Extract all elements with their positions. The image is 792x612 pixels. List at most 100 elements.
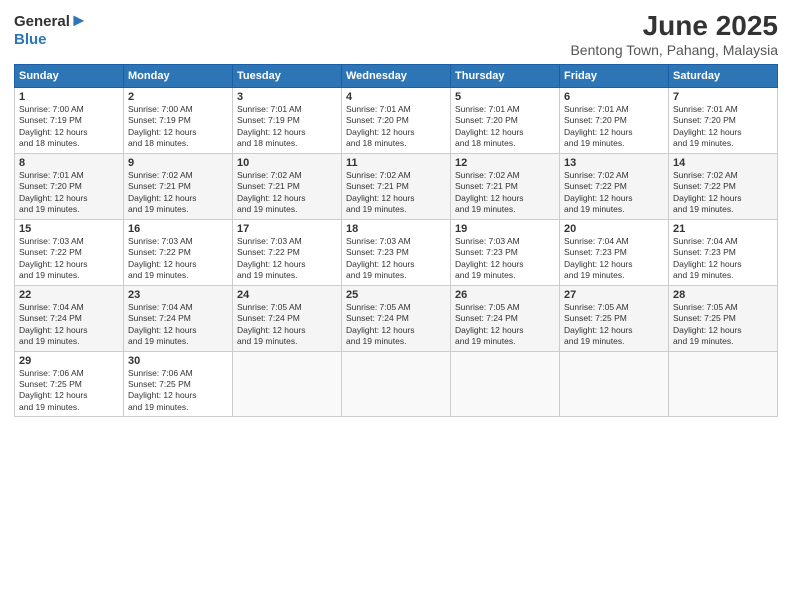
calendar-cell: 7Sunrise: 7:01 AMSunset: 7:20 PMDaylight… (669, 88, 778, 154)
day-info: Sunrise: 7:02 AMSunset: 7:22 PMDaylight:… (564, 170, 664, 216)
day-info: Sunrise: 7:02 AMSunset: 7:21 PMDaylight:… (455, 170, 555, 216)
day-number: 24 (237, 289, 337, 301)
calendar-cell: 6Sunrise: 7:01 AMSunset: 7:20 PMDaylight… (560, 88, 669, 154)
calendar-table: SundayMondayTuesdayWednesdayThursdayFrid… (14, 64, 778, 417)
day-of-week-header: Sunday (15, 65, 124, 88)
calendar-cell (669, 351, 778, 417)
day-info: Sunrise: 7:03 AMSunset: 7:22 PMDaylight:… (128, 236, 228, 282)
calendar-cell: 1Sunrise: 7:00 AMSunset: 7:19 PMDaylight… (15, 88, 124, 154)
day-number: 20 (564, 223, 664, 235)
calendar-cell: 21Sunrise: 7:04 AMSunset: 7:23 PMDayligh… (669, 219, 778, 285)
day-info: Sunrise: 7:04 AMSunset: 7:23 PMDaylight:… (673, 236, 773, 282)
day-number: 19 (455, 223, 555, 235)
calendar-cell (342, 351, 451, 417)
day-info: Sunrise: 7:04 AMSunset: 7:24 PMDaylight:… (128, 302, 228, 348)
day-number: 25 (346, 289, 446, 301)
day-number: 30 (128, 355, 228, 367)
title-block: June 2025 Bentong Town, Pahang, Malaysia (570, 10, 778, 58)
day-info: Sunrise: 7:01 AMSunset: 7:20 PMDaylight:… (19, 170, 119, 216)
day-number: 26 (455, 289, 555, 301)
calendar-cell: 30Sunrise: 7:06 AMSunset: 7:25 PMDayligh… (124, 351, 233, 417)
day-number: 28 (673, 289, 773, 301)
day-of-week-header: Friday (560, 65, 669, 88)
logo-bird-icon: ► (70, 10, 88, 30)
day-info: Sunrise: 7:01 AMSunset: 7:19 PMDaylight:… (237, 104, 337, 150)
day-number: 9 (128, 157, 228, 169)
calendar-cell: 12Sunrise: 7:02 AMSunset: 7:21 PMDayligh… (451, 153, 560, 219)
calendar-cell: 24Sunrise: 7:05 AMSunset: 7:24 PMDayligh… (233, 285, 342, 351)
day-info: Sunrise: 7:01 AMSunset: 7:20 PMDaylight:… (564, 104, 664, 150)
day-info: Sunrise: 7:02 AMSunset: 7:22 PMDaylight:… (673, 170, 773, 216)
day-number: 17 (237, 223, 337, 235)
calendar-cell: 27Sunrise: 7:05 AMSunset: 7:25 PMDayligh… (560, 285, 669, 351)
header: General► Blue June 2025 Bentong Town, Pa… (14, 10, 778, 58)
day-number: 14 (673, 157, 773, 169)
page: General► Blue June 2025 Bentong Town, Pa… (0, 0, 792, 612)
day-number: 4 (346, 91, 446, 103)
day-number: 16 (128, 223, 228, 235)
day-info: Sunrise: 7:03 AMSunset: 7:23 PMDaylight:… (346, 236, 446, 282)
day-info: Sunrise: 7:02 AMSunset: 7:21 PMDaylight:… (237, 170, 337, 216)
day-info: Sunrise: 7:05 AMSunset: 7:25 PMDaylight:… (673, 302, 773, 348)
day-number: 5 (455, 91, 555, 103)
day-of-week-header: Wednesday (342, 65, 451, 88)
day-number: 22 (19, 289, 119, 301)
day-info: Sunrise: 7:03 AMSunset: 7:22 PMDaylight:… (237, 236, 337, 282)
calendar-cell: 9Sunrise: 7:02 AMSunset: 7:21 PMDaylight… (124, 153, 233, 219)
day-number: 12 (455, 157, 555, 169)
calendar-cell: 28Sunrise: 7:05 AMSunset: 7:25 PMDayligh… (669, 285, 778, 351)
day-of-week-header: Monday (124, 65, 233, 88)
calendar-cell: 13Sunrise: 7:02 AMSunset: 7:22 PMDayligh… (560, 153, 669, 219)
day-number: 11 (346, 157, 446, 169)
day-info: Sunrise: 7:05 AMSunset: 7:24 PMDaylight:… (237, 302, 337, 348)
calendar-cell: 17Sunrise: 7:03 AMSunset: 7:22 PMDayligh… (233, 219, 342, 285)
calendar-cell: 4Sunrise: 7:01 AMSunset: 7:20 PMDaylight… (342, 88, 451, 154)
day-number: 29 (19, 355, 119, 367)
calendar-cell (233, 351, 342, 417)
calendar-cell (560, 351, 669, 417)
day-info: Sunrise: 7:05 AMSunset: 7:25 PMDaylight:… (564, 302, 664, 348)
calendar-cell: 26Sunrise: 7:05 AMSunset: 7:24 PMDayligh… (451, 285, 560, 351)
calendar-cell: 10Sunrise: 7:02 AMSunset: 7:21 PMDayligh… (233, 153, 342, 219)
day-number: 27 (564, 289, 664, 301)
day-info: Sunrise: 7:06 AMSunset: 7:25 PMDaylight:… (128, 368, 228, 414)
calendar-cell: 18Sunrise: 7:03 AMSunset: 7:23 PMDayligh… (342, 219, 451, 285)
calendar-cell: 5Sunrise: 7:01 AMSunset: 7:20 PMDaylight… (451, 88, 560, 154)
day-info: Sunrise: 7:00 AMSunset: 7:19 PMDaylight:… (128, 104, 228, 150)
day-info: Sunrise: 7:01 AMSunset: 7:20 PMDaylight:… (346, 104, 446, 150)
day-info: Sunrise: 7:01 AMSunset: 7:20 PMDaylight:… (455, 104, 555, 150)
logo-text: General► (14, 10, 88, 31)
day-of-week-header: Tuesday (233, 65, 342, 88)
day-number: 10 (237, 157, 337, 169)
day-number: 15 (19, 223, 119, 235)
main-title: June 2025 (570, 10, 778, 42)
subtitle: Bentong Town, Pahang, Malaysia (570, 42, 778, 58)
calendar-cell: 11Sunrise: 7:02 AMSunset: 7:21 PMDayligh… (342, 153, 451, 219)
logo: General► Blue (14, 10, 88, 49)
day-info: Sunrise: 7:05 AMSunset: 7:24 PMDaylight:… (455, 302, 555, 348)
calendar-cell: 3Sunrise: 7:01 AMSunset: 7:19 PMDaylight… (233, 88, 342, 154)
calendar-cell: 14Sunrise: 7:02 AMSunset: 7:22 PMDayligh… (669, 153, 778, 219)
calendar-cell: 8Sunrise: 7:01 AMSunset: 7:20 PMDaylight… (15, 153, 124, 219)
day-number: 1 (19, 91, 119, 103)
day-info: Sunrise: 7:04 AMSunset: 7:24 PMDaylight:… (19, 302, 119, 348)
calendar-cell: 19Sunrise: 7:03 AMSunset: 7:23 PMDayligh… (451, 219, 560, 285)
calendar-cell: 20Sunrise: 7:04 AMSunset: 7:23 PMDayligh… (560, 219, 669, 285)
day-number: 3 (237, 91, 337, 103)
day-number: 21 (673, 223, 773, 235)
calendar-cell: 16Sunrise: 7:03 AMSunset: 7:22 PMDayligh… (124, 219, 233, 285)
calendar-cell (451, 351, 560, 417)
day-info: Sunrise: 7:01 AMSunset: 7:20 PMDaylight:… (673, 104, 773, 150)
calendar-cell: 23Sunrise: 7:04 AMSunset: 7:24 PMDayligh… (124, 285, 233, 351)
day-number: 13 (564, 157, 664, 169)
calendar-cell: 25Sunrise: 7:05 AMSunset: 7:24 PMDayligh… (342, 285, 451, 351)
day-of-week-header: Saturday (669, 65, 778, 88)
day-info: Sunrise: 7:04 AMSunset: 7:23 PMDaylight:… (564, 236, 664, 282)
day-number: 18 (346, 223, 446, 235)
day-number: 7 (673, 91, 773, 103)
day-number: 8 (19, 157, 119, 169)
day-info: Sunrise: 7:00 AMSunset: 7:19 PMDaylight:… (19, 104, 119, 150)
day-number: 23 (128, 289, 228, 301)
day-info: Sunrise: 7:06 AMSunset: 7:25 PMDaylight:… (19, 368, 119, 414)
calendar-cell: 2Sunrise: 7:00 AMSunset: 7:19 PMDaylight… (124, 88, 233, 154)
